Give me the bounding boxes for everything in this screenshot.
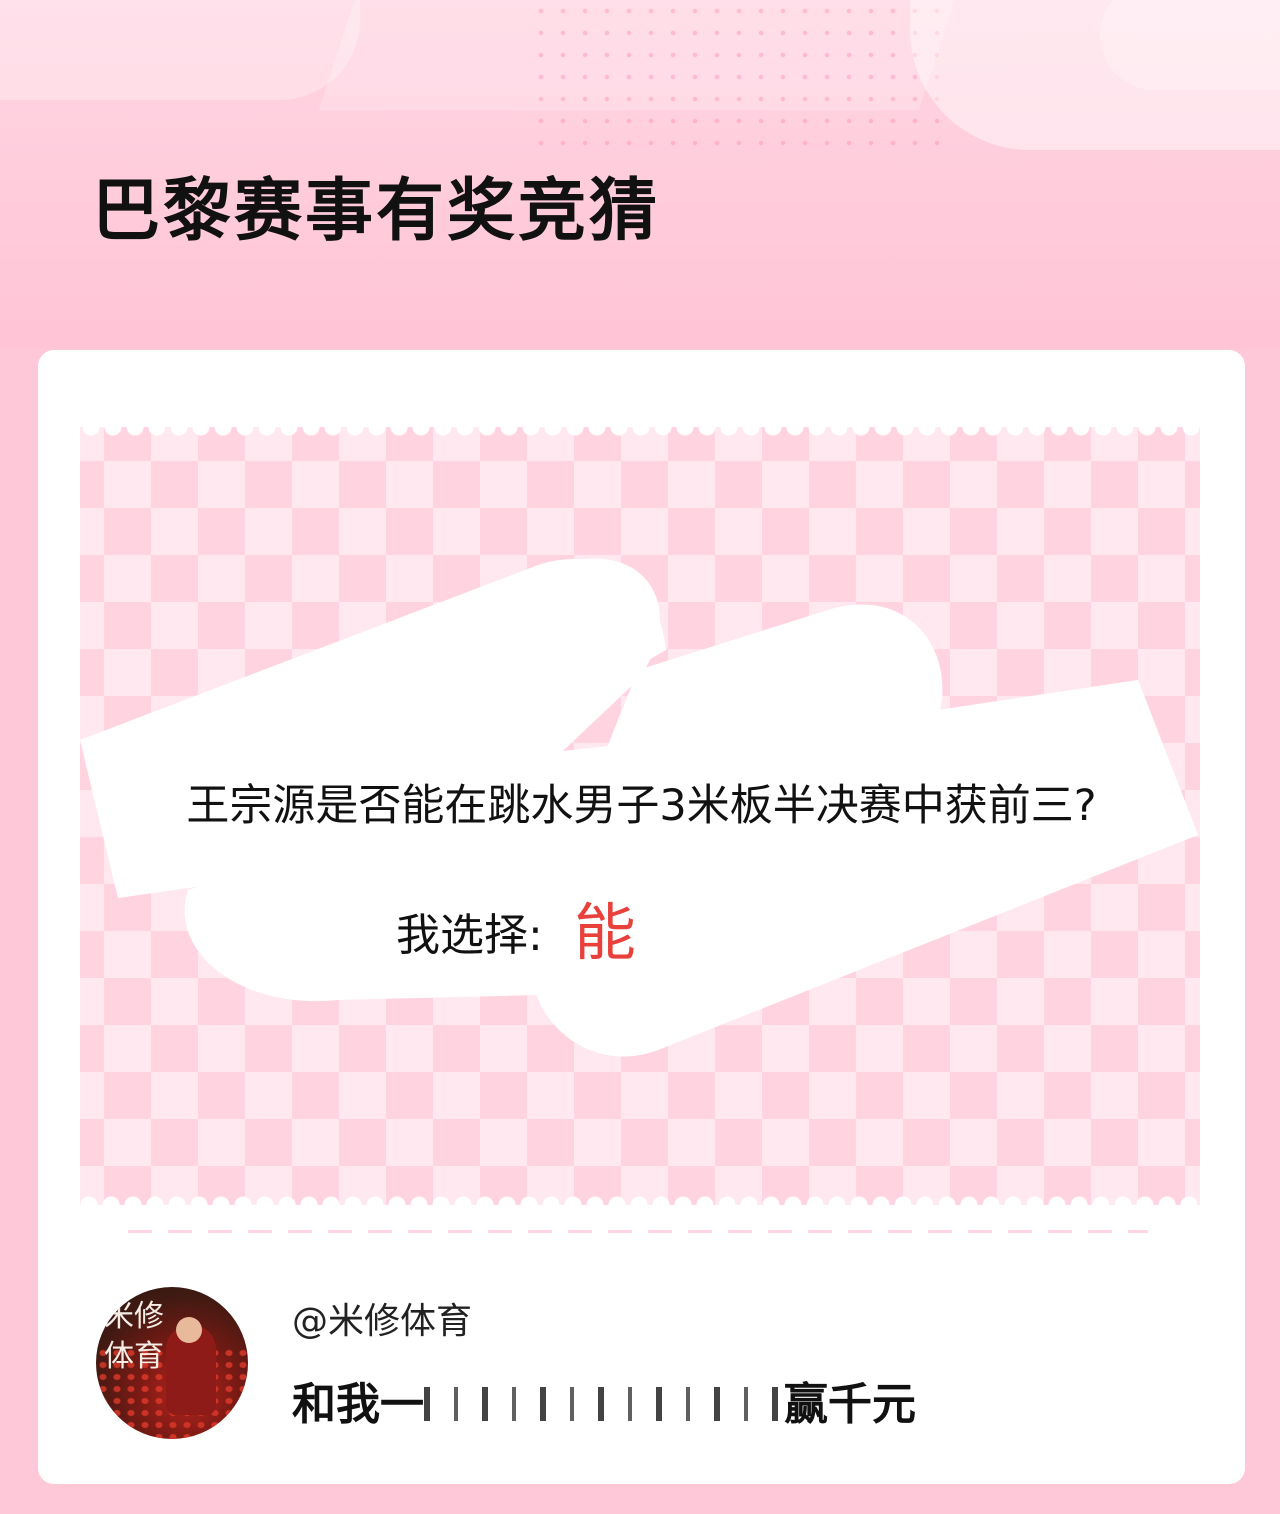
decor-shape bbox=[0, 0, 360, 100]
promo-prefix: 和我一 bbox=[292, 1379, 424, 1430]
promo-suffix: 赢千元 bbox=[784, 1379, 916, 1430]
choice-label: 我选择: bbox=[396, 910, 543, 961]
avatar-text: 米修 体育 bbox=[104, 1299, 164, 1374]
choice-value: 能 bbox=[573, 896, 636, 969]
choice-row: 我选择: 能 bbox=[396, 882, 636, 972]
promo-text: 和我一 赢千元 bbox=[292, 1378, 916, 1432]
question-text: 王宗源是否能在跳水男子3米板半决赛中获前三? bbox=[186, 781, 1097, 831]
avatar[interactable]: 米修 体育 bbox=[96, 1287, 248, 1439]
page-title: 巴黎赛事有奖竞猜 bbox=[92, 172, 661, 251]
quiz-card: 王宗源是否能在跳水男子3米板半决赛中获前三? 我选择: 能 米修 体育 @米修体… bbox=[38, 350, 1245, 1484]
decor-dots bbox=[530, 0, 950, 150]
divider bbox=[128, 1230, 1148, 1233]
decor-shape bbox=[1100, 0, 1280, 90]
username[interactable]: @米修体育 bbox=[292, 1300, 472, 1344]
header-banner: 巴黎赛事有奖竞猜 bbox=[0, 0, 1280, 348]
redacted-text bbox=[424, 1387, 784, 1421]
